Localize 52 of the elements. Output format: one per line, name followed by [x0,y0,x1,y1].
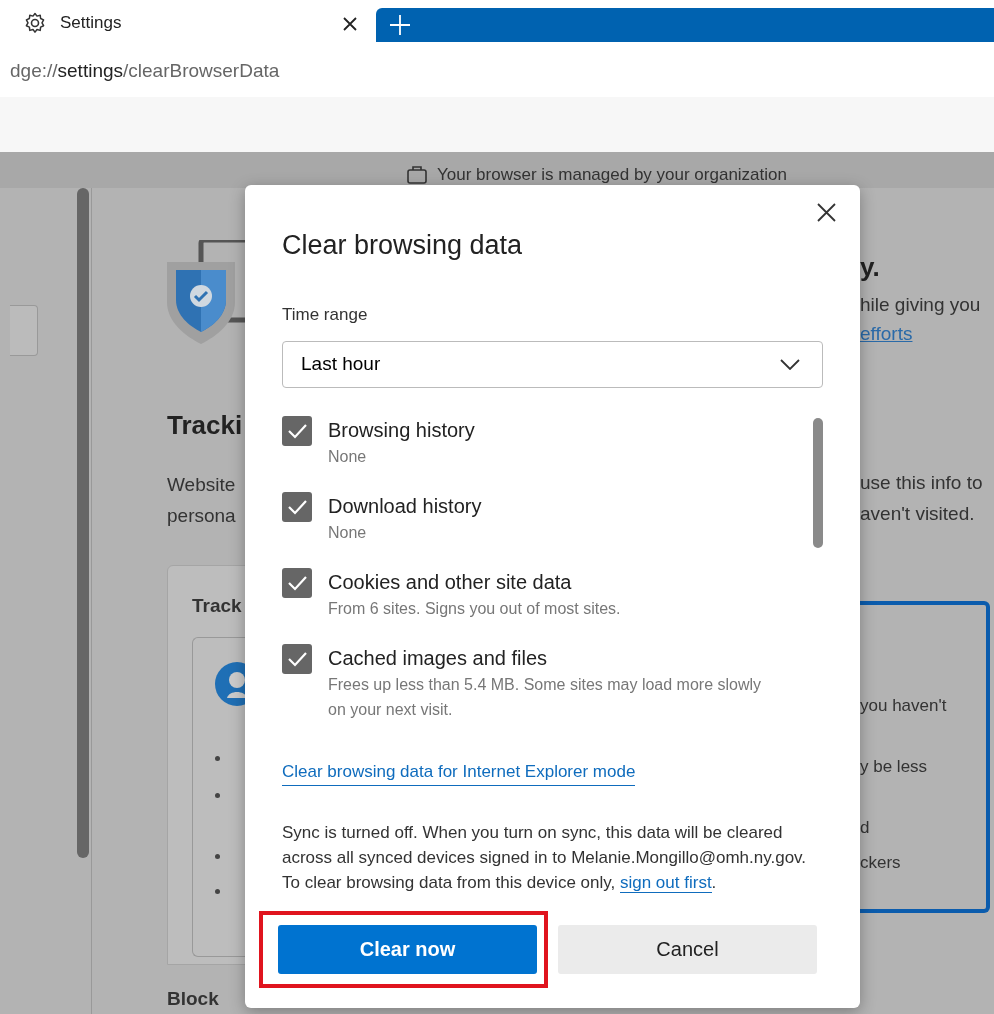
gear-icon [24,11,46,34]
check-icon [286,574,308,592]
option-text: d [860,818,871,836]
bullet-icon [215,756,220,761]
option-text: y be less [860,757,929,775]
check-icon [286,650,308,668]
checkbox-label: Cached images and files [328,646,548,671]
address-url[interactable]: dge://settings/clearBrowserData [10,56,280,86]
checkbox-label: Cookies and other site data [328,570,573,595]
section-heading: Tracki [167,409,244,442]
sign-out-link[interactable]: sign out first [619,872,712,893]
new-tab-icon[interactable] [390,15,410,35]
sync-note: Sync is turned off. When you turn on sync, this data will be cleared across all synced devices signed in to Melanie.Mongillo@omh.ny.gov. To clear browsing data from this device only, sign out first. [282,821,808,895]
checkbox[interactable] [282,644,312,674]
scrollbar-thumb[interactable] [813,418,823,548]
check-icon [286,498,308,516]
briefcase-icon [407,165,427,184]
item-description: None [328,447,368,467]
description-text: hile giving you [860,293,982,317]
close-icon [342,16,358,33]
bullet-icon [215,889,220,894]
cancel-button[interactable]: Cancel [558,924,817,974]
description-text: use this info to [860,470,984,495]
chevron-down-icon [780,359,800,370]
item-description: None [328,523,368,543]
checkbox[interactable] [282,416,312,446]
checkbox[interactable] [282,568,312,598]
page-heading: y. [860,251,881,284]
ie-mode-link[interactable]: Clear browsing data for Internet Explorer mode [282,759,636,786]
close-icon [817,203,836,222]
description-text: aven't visited. [860,501,976,526]
description-text: Website [167,473,237,497]
scrollbar-thumb[interactable] [77,188,89,858]
clear-now-button[interactable]: Clear now [278,924,537,974]
bullet-icon [215,793,220,798]
checkbox-label: Download history [328,494,482,519]
item-description: Frees up less than 5.4 MB. Some sites may load more slowly on your next visit. [328,675,763,720]
checkbox-label: Browsing history [328,418,475,443]
option-text: ckers [860,853,902,871]
managed-notice: Your browser is managed by your organization [437,165,787,185]
item-description: From 6 sites. Signs you out of most sites. [328,599,621,619]
section-heading: Block [167,987,220,1011]
search-field[interactable] [10,305,38,356]
field-label: Time range [282,303,369,326]
time-range-dropdown[interactable]: Last hour [282,341,823,388]
option-text: you haven't [860,696,948,714]
card-title: Track [192,594,243,618]
checkbox[interactable] [282,492,312,522]
check-icon [286,422,308,440]
description-text: persona [167,504,237,528]
bullet-icon [215,854,220,859]
dialog-title: Clear browsing data [282,229,524,262]
